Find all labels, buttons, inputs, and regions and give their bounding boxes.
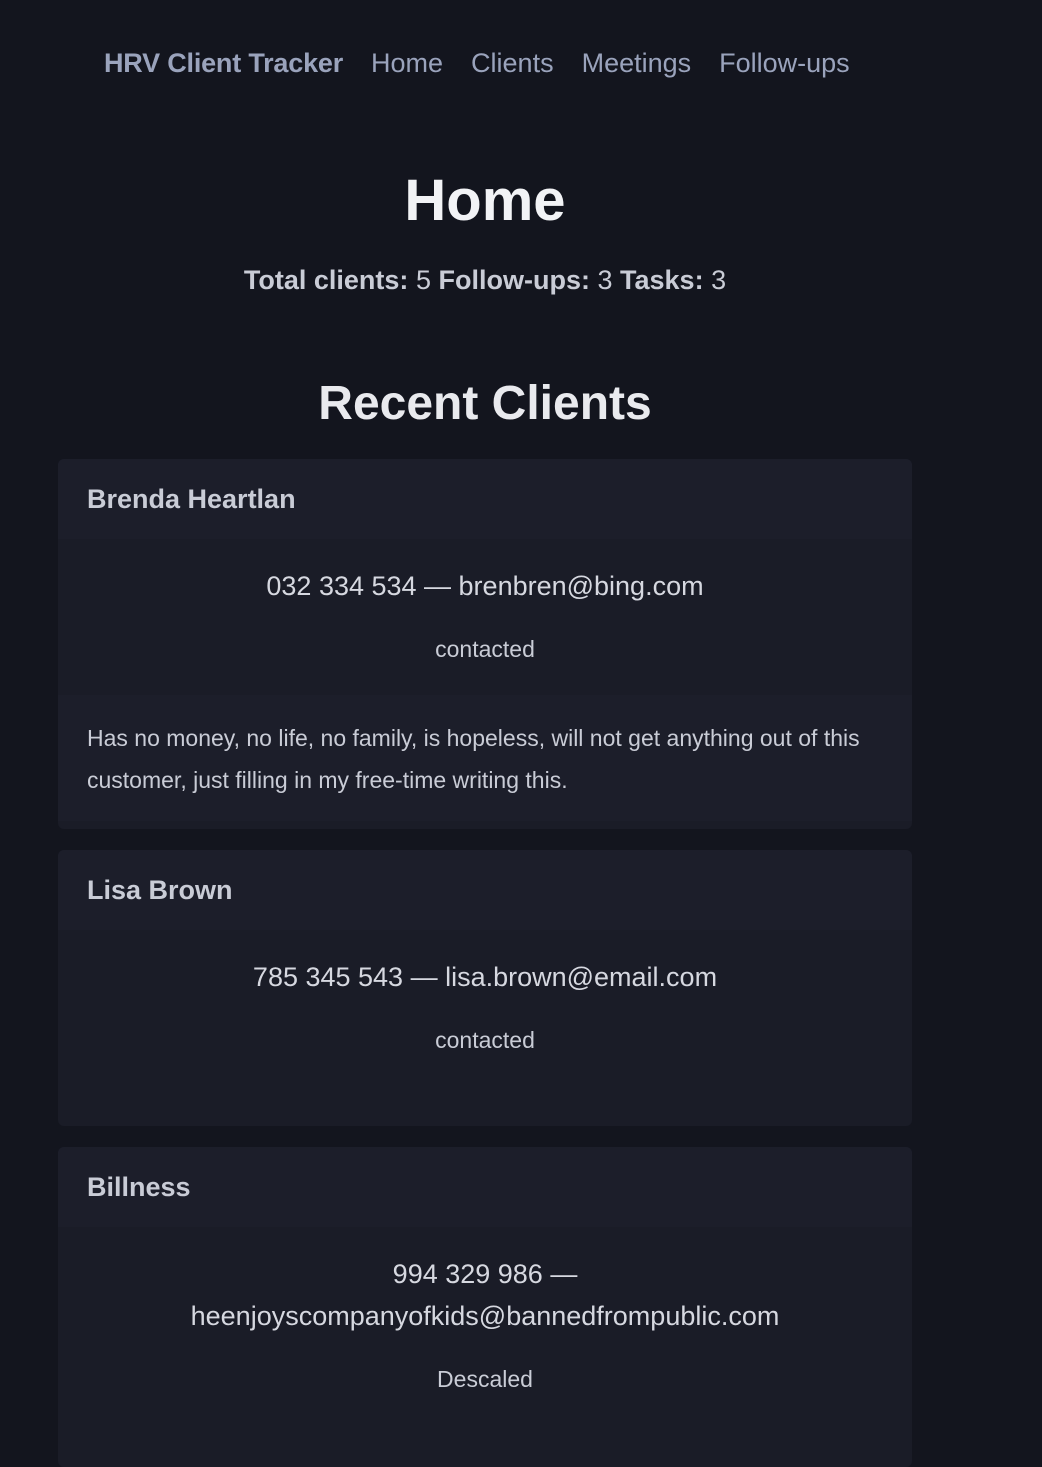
client-name: Lisa Brown	[58, 850, 912, 930]
tasks-label: Tasks:	[620, 265, 704, 295]
client-notes: Has no money, no life, no family, is hop…	[58, 695, 912, 821]
nav-link-follow-ups[interactable]: Follow-ups	[719, 40, 850, 86]
page-title: Home	[404, 168, 566, 233]
recent-clients-title: Recent Clients	[318, 377, 652, 430]
tasks-value: 3	[711, 265, 727, 295]
total-clients-value: 5	[415, 265, 431, 295]
brand-link[interactable]: HRV Client Tracker	[104, 40, 343, 86]
client-contact: 032 334 534 — brenbren@bing.com	[266, 571, 704, 601]
total-clients-label: Total clients:	[243, 265, 409, 295]
client-name: Brenda Heartlan	[58, 459, 912, 539]
nav-link-meetings[interactable]: Meetings	[582, 40, 692, 86]
followups-label: Follow-ups:	[438, 265, 590, 295]
client-contact: 785 345 543 — lisa.brown@email.com	[252, 962, 718, 992]
client-name: Billness	[58, 1147, 912, 1227]
client-card[interactable]: Lisa Brown 785 345 543 — lisa.brown@emai…	[58, 850, 912, 1126]
stats-summary: Total clients: 5 Follow-ups: 3 Tasks: 3	[58, 258, 912, 302]
top-nav: HRV Client Tracker Home Clients Meetings…	[104, 40, 850, 86]
client-status: contacted	[435, 1027, 535, 1053]
client-status: contacted	[435, 636, 535, 662]
followups-value: 3	[597, 265, 613, 295]
nav-link-home[interactable]: Home	[371, 40, 443, 86]
client-card[interactable]: Billness 994 329 986 — heenjoyscompanyof…	[58, 1147, 912, 1467]
client-card-body: 785 345 543 — lisa.brown@email.com conta…	[58, 930, 912, 1056]
client-card-body: 994 329 986 — heenjoyscompanyofkids@bann…	[58, 1227, 912, 1395]
client-status: Descaled	[437, 1366, 533, 1392]
nav-link-clients[interactable]: Clients	[471, 40, 554, 86]
client-card-body: 032 334 534 — brenbren@bing.com contacte…	[58, 539, 912, 665]
client-card[interactable]: Brenda Heartlan 032 334 534 — brenbren@b…	[58, 459, 912, 829]
client-contact: 994 329 986 — heenjoyscompanyofkids@bann…	[190, 1259, 780, 1331]
